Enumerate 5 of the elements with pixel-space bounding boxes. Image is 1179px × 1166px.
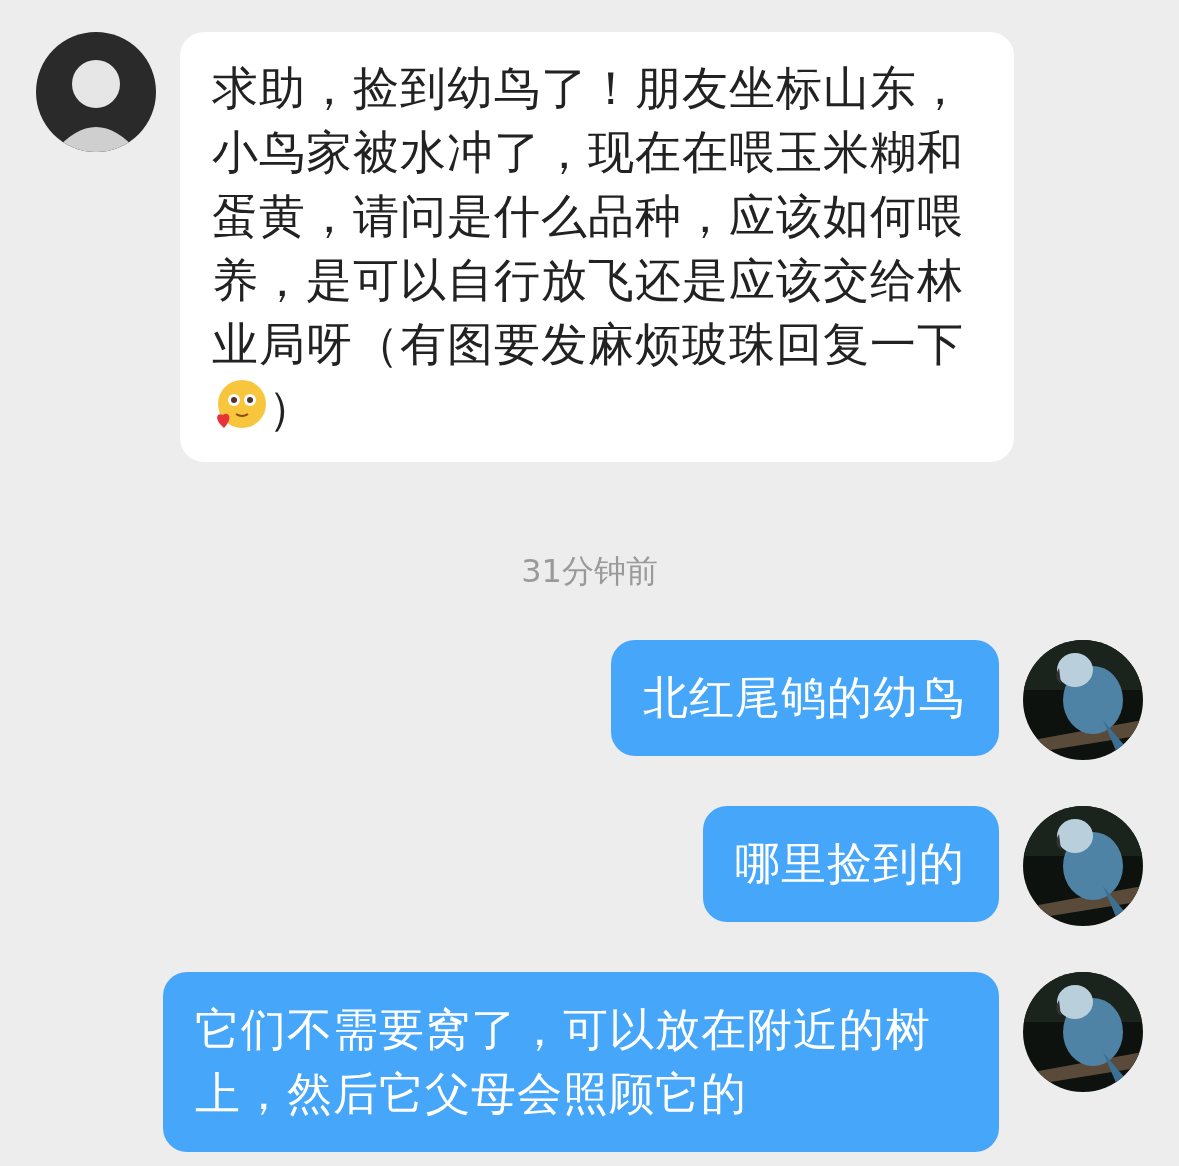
message-bubble: 北红尾鸲的幼鸟 — [611, 640, 999, 756]
message-bubble: 求助，捡到幼鸟了！朋友坐标山东，小鸟家被水冲了，现在在喂玉米糊和蛋黄，请问是什么品种，应该如何喂养，是可以自行放飞还是应该交给林业局呀（有图要发麻烦玻珠回复一下 ） — [180, 32, 1014, 462]
message-bubble: 哪里捡到的 — [703, 806, 999, 922]
message-bubble: 它们不需要窝了，可以放在附近的树上，然后它父母会照顾它的 — [163, 972, 999, 1152]
timestamp: 31分钟前 — [521, 551, 658, 592]
